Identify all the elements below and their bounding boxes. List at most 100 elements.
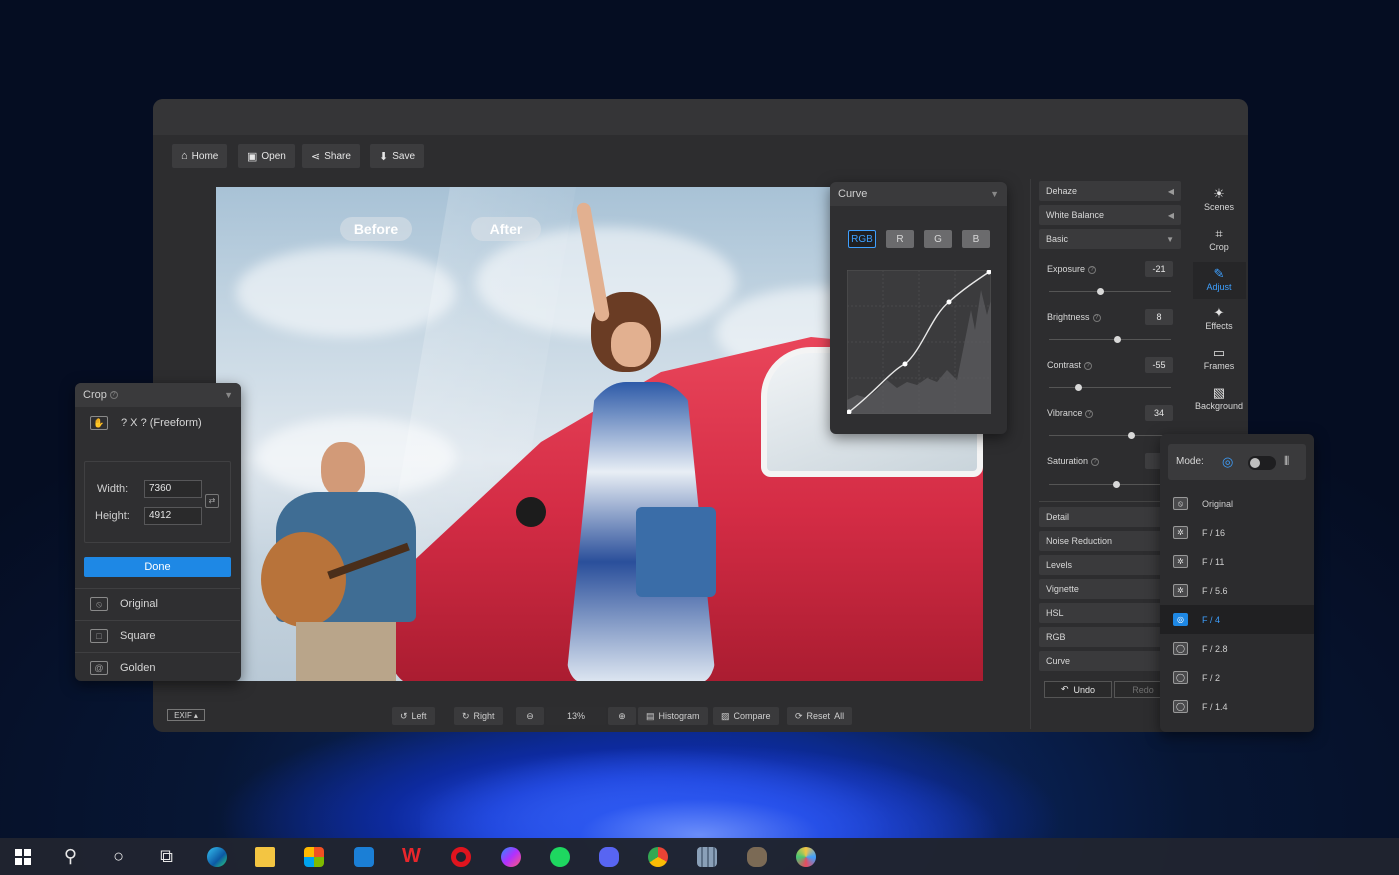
help-icon[interactable]: ? (109, 391, 118, 400)
preset-square[interactable]: □ Square (75, 620, 240, 650)
section-white-balance[interactable]: White Balance ◀ (1039, 205, 1181, 225)
mode-toggle[interactable] (1248, 456, 1276, 470)
rotate-right-button[interactable]: ↻ Right (454, 707, 503, 725)
chrome-icon[interactable] (639, 838, 676, 875)
zoom-out-button[interactable]: ⊖ (516, 707, 544, 725)
calculator-icon[interactable] (688, 838, 725, 875)
sun-icon: ☀ (1213, 186, 1225, 201)
original-ratio-icon: ⦸ (90, 596, 108, 611)
spotify-icon[interactable] (541, 838, 578, 875)
aperture-f2-8[interactable]: ◯ F / 2.8 (1160, 634, 1314, 663)
section-dehaze[interactable]: Dehaze ◀ (1039, 181, 1181, 201)
curve-graph[interactable] (847, 270, 991, 414)
saturation-knob[interactable] (1113, 481, 1121, 488)
frame-icon: ▭ (1212, 345, 1226, 360)
tool-frames[interactable]: ▭ Frames (1191, 345, 1247, 371)
reset-icon: ⟳ (795, 710, 803, 721)
width-field[interactable]: 7360 (144, 480, 202, 498)
compare-button[interactable]: ▨ Compare (713, 707, 779, 725)
gimp-icon[interactable] (738, 838, 775, 875)
crop-panel: Crop? ▼ ✋ ? X ? (Freeform) Width: 7360 H… (75, 383, 241, 681)
original-icon: ⦸ (1173, 497, 1188, 510)
edge-browser-icon[interactable] (198, 838, 235, 875)
channel-g-button[interactable]: G (924, 230, 952, 248)
done-button[interactable]: Done (84, 557, 231, 577)
messenger-icon[interactable] (492, 838, 529, 875)
share-button[interactable]: ⋖ Share (302, 144, 360, 168)
opera-icon[interactable] (442, 838, 479, 875)
home-button[interactable]: ⌂ Home (172, 144, 228, 168)
tilt-shift-icon[interactable]: ⦀ (1284, 454, 1289, 469)
aperture-f11[interactable]: ✲ F / 11 (1160, 547, 1314, 576)
rotate-left-button[interactable]: ↺ Left (392, 707, 435, 725)
tool-effects[interactable]: ✦ Effects (1191, 305, 1247, 331)
microsoft-store-icon[interactable] (295, 838, 332, 875)
reset-all-button[interactable]: ⟳ Reset All (787, 707, 853, 725)
aperture-f5-6[interactable]: ✲ F / 5.6 (1160, 576, 1314, 605)
help-icon: ? (1084, 361, 1093, 370)
aperture-f16[interactable]: ✲ F / 16 (1160, 518, 1314, 547)
aperture-f4-selected[interactable]: ◎ F / 4 (1160, 605, 1314, 634)
cortana-icon[interactable]: ○ (100, 838, 137, 875)
title-bar (153, 99, 1248, 135)
collapse-icon[interactable]: ▼ (224, 390, 233, 400)
photo-guitar (261, 532, 346, 627)
channel-rgb-button[interactable]: RGB (848, 230, 876, 248)
freeform-icon: ✋ (90, 416, 108, 430)
file-explorer-icon[interactable] (246, 838, 283, 875)
sparkle-icon: ✦ (1213, 305, 1225, 320)
golden-ratio-icon: @ (90, 660, 108, 675)
contrast-knob[interactable] (1075, 384, 1083, 391)
open-button[interactable]: ▣ Open (238, 144, 295, 168)
after-label: After (471, 217, 541, 241)
windows-start-icon[interactable] (4, 838, 41, 875)
histogram-button[interactable]: ▤ Histogram (638, 707, 708, 725)
mail-icon[interactable] (345, 838, 382, 875)
crop-ratio-select[interactable]: ? X ? (Freeform) (121, 417, 202, 429)
preset-golden[interactable]: @ Golden (75, 652, 240, 682)
lock-ratio-icon[interactable]: ⇄ (205, 494, 219, 508)
tool-scenes[interactable]: ☀ Scenes (1191, 186, 1247, 212)
share-icon: ⋖ (311, 150, 321, 163)
tool-background[interactable]: ▧ Background (1191, 385, 1247, 411)
zoom-level[interactable]: 13% (546, 707, 606, 725)
wps-office-icon[interactable]: W (393, 838, 430, 875)
exposure-knob[interactable] (1097, 288, 1105, 295)
preset-original[interactable]: ⦸ Original (75, 588, 240, 618)
histogram-icon: ▤ (646, 710, 655, 721)
height-field[interactable]: 4912 (144, 507, 202, 525)
undo-icon: ↶ (1060, 684, 1069, 694)
zoom-in-button[interactable]: ⊕ (608, 707, 636, 725)
background-icon: ▧ (1212, 385, 1226, 400)
aperture-original[interactable]: ⦸ Original (1160, 489, 1314, 518)
curve-point[interactable] (902, 361, 908, 367)
photo-editor-window: ⌂ Home ▣ Open ⋖ Share ⬇ Save Before After (153, 99, 1248, 732)
tool-adjust[interactable]: ✎ Adjust (1191, 266, 1247, 292)
open-file-icon: ▣ (247, 150, 258, 163)
collapse-icon[interactable]: ▼ (990, 189, 999, 199)
paint-icon[interactable] (787, 838, 824, 875)
undo-button[interactable]: ↶ Undo (1044, 681, 1112, 698)
task-view-icon[interactable]: ⧉ (148, 838, 185, 875)
aperture-mode-icon[interactable]: ◎ (1222, 454, 1233, 470)
crop-dimensions-box: Width: 7360 Height: 4912 ⇄ (84, 461, 231, 543)
save-button[interactable]: ⬇ Save (370, 144, 425, 168)
section-basic[interactable]: Basic ▼ (1039, 229, 1181, 249)
discord-icon[interactable] (590, 838, 627, 875)
home-icon: ⌂ (181, 150, 188, 162)
brightness-knob[interactable] (1114, 336, 1122, 343)
caret-up-icon: ▴ (193, 710, 198, 720)
crop-icon: ⌗ (1215, 226, 1223, 241)
aperture-icon: ◎ (1173, 613, 1188, 626)
channel-r-button[interactable]: R (886, 230, 914, 248)
curve-point[interactable] (946, 299, 952, 305)
curve-panel-title: Curve (838, 188, 868, 200)
aperture-icon: ✲ (1173, 526, 1188, 539)
tool-crop[interactable]: ⌗ Crop (1191, 226, 1247, 252)
search-icon[interactable]: ⚲ (52, 838, 89, 875)
channel-b-button[interactable]: B (962, 230, 990, 248)
aperture-f2[interactable]: ◯ F / 2 (1160, 663, 1314, 692)
vibrance-knob[interactable] (1127, 432, 1135, 439)
aperture-f1-4[interactable]: ◯ F / 1.4 (1160, 692, 1314, 721)
exif-button[interactable]: EXIF ▴ (167, 709, 205, 721)
